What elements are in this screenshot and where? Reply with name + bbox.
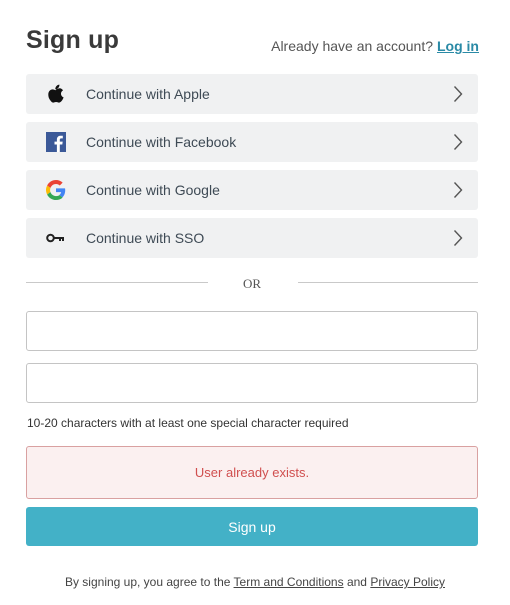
terms-notice: By signing up, you agree to the Term and…	[0, 575, 510, 589]
apple-icon	[26, 74, 86, 114]
provider-label: Continue with Facebook	[86, 134, 237, 150]
terms-link[interactable]: Term and Conditions	[234, 575, 344, 589]
google-icon	[26, 170, 86, 210]
password-input[interactable]	[26, 363, 478, 403]
chevron-right-icon	[438, 85, 478, 103]
page-title: Sign up	[26, 26, 120, 54]
or-text: OR	[242, 276, 262, 291]
terms-and: and	[346, 575, 367, 589]
provider-label: Continue with Google	[86, 182, 220, 198]
chevron-right-icon	[438, 181, 478, 199]
continue-with-apple-button[interactable]: Continue with Apple	[26, 74, 478, 114]
or-divider: OR	[26, 272, 478, 294]
terms-prefix: By signing up, you agree to the	[64, 575, 231, 589]
account-prompt-text: Already have an account?	[271, 38, 433, 54]
key-icon	[26, 218, 86, 258]
facebook-icon	[26, 122, 86, 162]
sign-up-button[interactable]: Sign up	[26, 507, 478, 546]
provider-label: Continue with SSO	[86, 230, 205, 246]
error-message: User already exists.	[194, 465, 310, 480]
chevron-right-icon	[438, 229, 478, 247]
password-hint: 10-20 characters with at least one speci…	[27, 416, 349, 430]
chevron-right-icon	[438, 133, 478, 151]
continue-with-google-button[interactable]: Continue with Google	[26, 170, 478, 210]
privacy-policy-link[interactable]: Privacy Policy	[370, 575, 445, 589]
continue-with-facebook-button[interactable]: Continue with Facebook	[26, 122, 478, 162]
provider-label: Continue with Apple	[86, 86, 210, 102]
continue-with-sso-button[interactable]: Continue with SSO	[26, 218, 478, 258]
email-input[interactable]	[26, 311, 478, 351]
error-alert: User already exists.	[26, 446, 478, 499]
login-prompt: Already have an account? Log in	[271, 38, 479, 54]
login-link[interactable]: Log in	[437, 38, 479, 54]
